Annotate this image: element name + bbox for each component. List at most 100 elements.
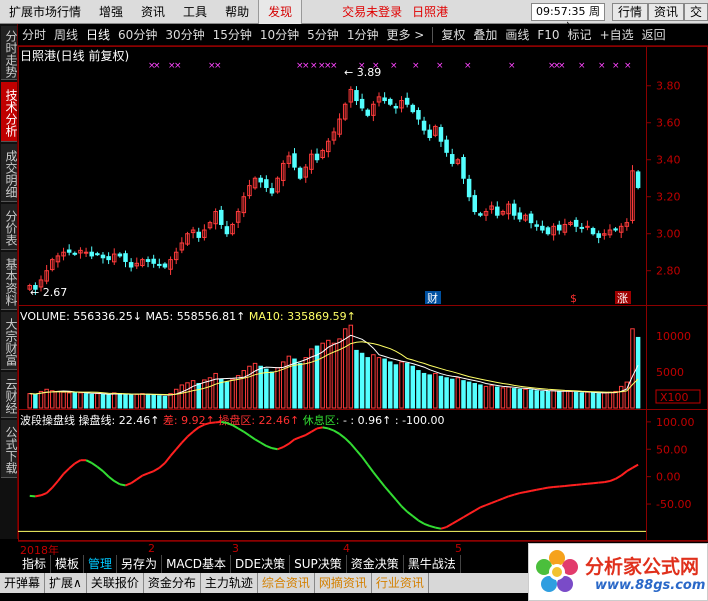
volume-bar <box>207 377 213 409</box>
back-button[interactable]: 返回 <box>638 26 670 43</box>
indicator-legend-part-10: -100.00 <box>402 414 444 427</box>
volume-bar <box>286 355 292 409</box>
menu-help[interactable]: 帮助 <box>216 0 258 24</box>
menu-tools[interactable]: 工具 <box>174 0 216 24</box>
price-tick-label-1: 3.60 <box>656 117 681 130</box>
tab-formula-download[interactable]: 公式下载 <box>1 420 18 478</box>
tab-price-table[interactable]: 分价表 <box>1 204 18 250</box>
quote-button[interactable]: 行情 <box>612 3 649 21</box>
indicator-segment <box>68 462 76 470</box>
login-status[interactable]: 交易未登录 <box>342 3 402 20</box>
volume-ma5-line <box>29 334 639 396</box>
f10-button[interactable]: F10 <box>533 28 563 42</box>
volume-bar <box>557 390 562 409</box>
trade-button[interactable]: 交 <box>684 3 708 21</box>
period-15m[interactable]: 15分钟 <box>209 26 256 43</box>
flower-icon <box>536 550 578 592</box>
indicator-segment <box>547 486 554 489</box>
tab-cloud-finance[interactable]: 云财经 <box>1 372 18 418</box>
overlay-button[interactable]: 叠加 <box>469 26 501 43</box>
menu-enhance[interactable]: 增强 <box>90 0 132 24</box>
tab-save-as[interactable]: 另存为 <box>117 555 163 573</box>
tab-industry-news[interactable]: 行业资讯 <box>372 573 429 593</box>
period-intraday[interactable]: 分时 <box>18 26 50 43</box>
tab-manage[interactable]: 管理 <box>84 555 118 573</box>
mark-button[interactable]: 标记 <box>564 26 596 43</box>
news-button[interactable]: 资讯 <box>648 3 685 21</box>
candle-body <box>472 195 478 213</box>
tab-capital[interactable]: 资金决策 <box>347 555 404 573</box>
indicator-segment <box>142 472 149 477</box>
volume-bar <box>95 393 100 409</box>
dollar-marker: $ <box>570 292 577 305</box>
indicator-tabs: 指标 模板 管理 另存为 MACD基本 DDE决策 SUP决策 资金决策 黑牛战… <box>18 555 461 573</box>
period-more[interactable]: 更多 > <box>382 26 428 43</box>
period-week[interactable]: 周线 <box>50 26 82 43</box>
watermark-logo: 分析家公式网 www.88gs.com <box>528 543 708 601</box>
volume-bar <box>342 328 348 409</box>
candle-body <box>117 253 123 257</box>
volume-bar <box>111 392 117 409</box>
volume-bar <box>247 365 252 409</box>
draw-button[interactable]: 画线 <box>501 26 533 43</box>
tab-trade-detail[interactable]: 成交明细 <box>1 144 18 202</box>
stock-chart[interactable]: 3.803.603.403.203.002.80日照港(日线 前复权)← 3.8… <box>18 46 708 541</box>
candle-body <box>461 157 466 179</box>
indicator-segment <box>508 493 515 498</box>
volume-bar <box>523 388 528 409</box>
indicator-segment <box>525 489 532 493</box>
tab-related-quote[interactable]: 关联报价 <box>87 573 144 593</box>
menu-discover[interactable]: 发现 <box>258 0 303 24</box>
period-30m[interactable]: 30分钟 <box>161 26 208 43</box>
volume-bar <box>489 385 494 409</box>
indicator-tick-label-0: 100.00 <box>656 416 695 429</box>
volume-bar <box>635 336 641 409</box>
indicator-segment <box>288 438 296 445</box>
tab-sup[interactable]: SUP决策 <box>290 555 347 573</box>
menu-info[interactable]: 资讯 <box>132 0 174 24</box>
volume-bar <box>33 393 38 409</box>
adjust-button[interactable]: 复权 <box>437 26 469 43</box>
candle-body <box>635 171 641 188</box>
tab-macd[interactable]: MACD基本 <box>162 555 232 573</box>
volume-bar <box>613 390 618 409</box>
tab-template[interactable]: 模板 <box>51 555 85 573</box>
period-10m[interactable]: 10分钟 <box>256 26 303 43</box>
tab-capital-dist[interactable]: 资金分布 <box>144 573 201 593</box>
tab-basic-info[interactable]: 基本资料 <box>1 252 18 310</box>
tab-indicator[interactable]: 指标 <box>18 555 52 573</box>
menu-market[interactable]: 扩展市场行情 <box>0 0 90 24</box>
volume-bar <box>145 393 151 409</box>
indicator-segment <box>417 519 425 525</box>
tab-expand[interactable]: 扩展∧ <box>45 573 87 593</box>
tab-technical-analysis[interactable]: 技术分析 <box>1 82 18 142</box>
volume-bar <box>404 362 410 409</box>
period-60m[interactable]: 60分钟 <box>114 26 161 43</box>
tab-intraday-trend[interactable]: 分时走势 <box>1 26 18 80</box>
volume-bar <box>297 362 303 409</box>
candle-body <box>528 213 534 224</box>
tab-dde[interactable]: DDE决策 <box>231 555 291 573</box>
volume-unit: X100 <box>660 391 689 404</box>
tab-block-wealth[interactable]: 大宗财富 <box>1 312 18 370</box>
price-tick-label-0: 3.80 <box>656 80 681 93</box>
volume-bar <box>89 393 94 409</box>
indicator-segment <box>519 491 526 495</box>
candle-body <box>314 153 320 161</box>
tab-danmaku[interactable]: 开弹幕 <box>0 573 46 593</box>
tab-web-news[interactable]: 网摘资讯 <box>315 573 372 593</box>
period-day[interactable]: 日线 <box>82 26 114 43</box>
tab-black-bull[interactable]: 黑牛战法 <box>404 555 461 573</box>
volume-bar <box>196 383 201 409</box>
tab-general-news[interactable]: 综合资讯 <box>258 573 315 593</box>
period-1m[interactable]: 1分钟 <box>343 26 383 43</box>
volume-legend: VOLUME: 556336.25↓ MA5: 558556.81↑ MA10:… <box>20 310 356 323</box>
volume-bar <box>269 371 275 409</box>
volume-bar <box>50 390 55 409</box>
add-watchlist-button[interactable]: +自选 <box>596 26 638 43</box>
signal-marker-23: × <box>598 61 606 71</box>
signal-marker-13: × <box>372 61 380 71</box>
indicator-segment <box>355 449 363 458</box>
tab-main-track[interactable]: 主力轨迹 <box>201 573 258 593</box>
period-5m[interactable]: 5分钟 <box>303 26 343 43</box>
